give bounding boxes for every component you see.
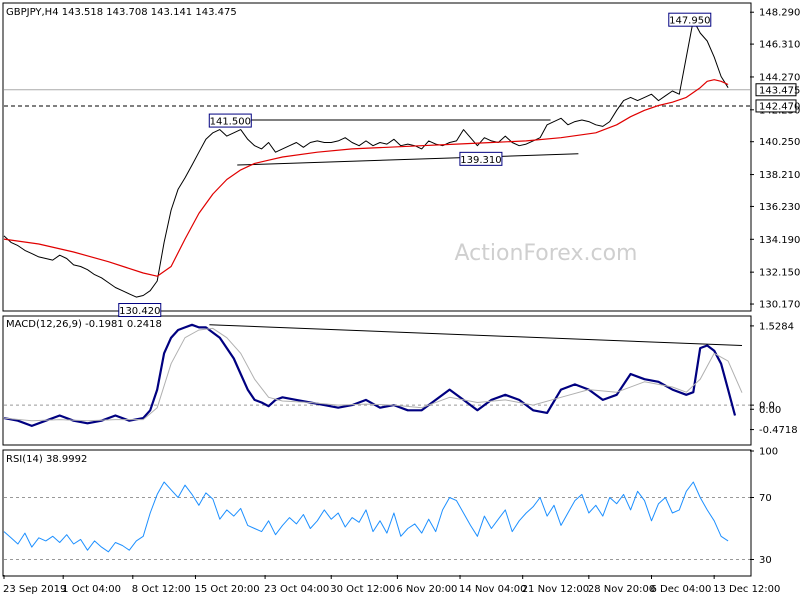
annotation-label: 139.310: [460, 155, 501, 166]
y-tick-label: 70: [759, 493, 772, 504]
x-tick-label: 8 Oct 12:00: [132, 584, 191, 595]
x-tick-label: 15 Oct 20:00: [194, 584, 259, 595]
rsi-panel: 100 70 30 23 Sep 20191 Oct 04:00 8 Oct 12:00…: [3, 447, 780, 596]
y-tick-label: 140.250: [759, 137, 800, 148]
y-tick-label: 132.150: [759, 268, 800, 279]
price-panel-frame: [2, 2, 752, 312]
annotation-label: 130.420: [119, 306, 160, 317]
macd-panel: 1.52840.00.00-0.4718: [3, 321, 798, 436]
y-tick-label: 146.310: [759, 40, 800, 51]
y-tick-label: 130.170: [759, 300, 800, 311]
x-tick-label: 1 Oct 04:00: [62, 584, 121, 595]
macd-panel-frame: [2, 315, 752, 446]
y-tick-label: 100: [759, 447, 778, 458]
chart-canvas: ActionForex.com 148.290 146.310 144.270 142…: [2, 2, 800, 596]
macd-header: MACD(12,26,9) -0.1981 0.2418: [6, 319, 162, 330]
x-tick-label: 21 Nov 12:00: [522, 584, 589, 595]
y-tick-label: 0.00: [759, 405, 781, 416]
x-tick-label: 30 Oct 12:00: [330, 584, 395, 595]
x-tick-label: 23 Sep 2019: [3, 584, 66, 595]
y-tick-label: 30: [759, 555, 772, 566]
last-price-label: 143.475: [759, 85, 800, 96]
annotation-label: 141.500: [210, 117, 251, 128]
x-tick-label: 6 Nov 20:00: [396, 584, 457, 595]
y-tick-label: 148.290: [759, 8, 800, 19]
y-tick-label: 144.270: [759, 72, 800, 83]
x-tick-label: 23 Oct 04:00: [264, 584, 329, 595]
x-tick-label: 13 Dec 12:00: [713, 584, 780, 595]
price-panel: 148.290146.310144.270142.230140.250138.2…: [3, 8, 800, 318]
price-header: GBPJPY,H4 143.518 143.708 143.141 143.47…: [6, 7, 237, 18]
annotation-label: 147.950: [669, 16, 710, 27]
y-tick-label: 138.210: [759, 170, 800, 181]
macd-line: [3, 323, 737, 427]
support-label: 142.470: [759, 101, 800, 112]
watermark: ActionForex.com: [455, 241, 638, 266]
x-tick-label: 6 Dec 04:00: [650, 584, 711, 595]
rsi-panel-frame: [2, 449, 752, 577]
x-tick-label: 28 Nov 20:00: [588, 584, 655, 595]
y-tick-label: -0.4718: [759, 425, 798, 436]
chart-window: ActionForex.com 148.290 146.310 144.270 142…: [0, 0, 800, 600]
rsi-header: RSI(14) 38.9992: [6, 454, 87, 465]
trendline: [237, 153, 579, 166]
rsi-line: [3, 481, 729, 553]
trendline: [209, 324, 743, 347]
x-tick-label: 14 Nov 04:00: [459, 584, 526, 595]
y-tick-label: 136.230: [759, 202, 800, 213]
y-tick-label: 1.5284: [759, 321, 794, 332]
y-tick-label: 134.190: [759, 235, 800, 246]
